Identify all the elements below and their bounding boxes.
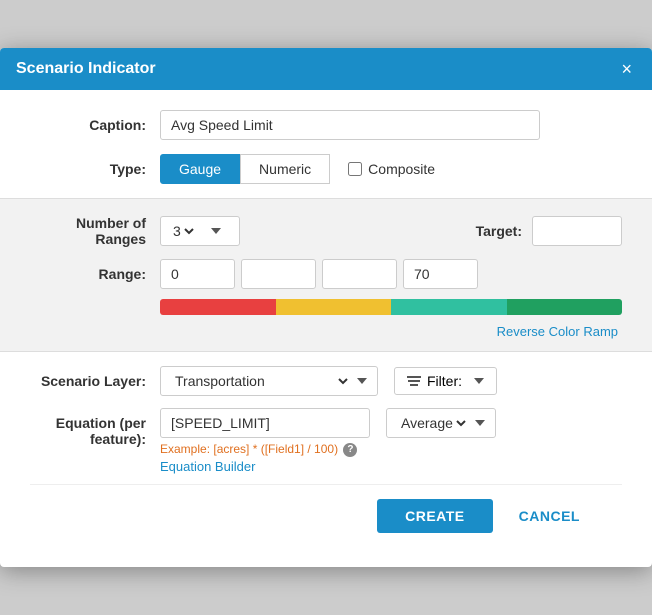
equation-input[interactable] xyxy=(160,408,370,438)
number-of-ranges-label: Number of Ranges xyxy=(30,215,160,247)
range-label: Range: xyxy=(30,266,160,282)
close-button[interactable]: × xyxy=(617,60,636,78)
dialog-title: Scenario Indicator xyxy=(16,60,156,78)
range-input-1[interactable] xyxy=(241,259,316,289)
ramp-yellow xyxy=(276,299,392,315)
filter-button[interactable]: Filter: xyxy=(394,367,497,395)
type-label: Type: xyxy=(30,161,160,177)
numeric-button[interactable]: Numeric xyxy=(240,154,330,184)
composite-checkbox-label[interactable]: Composite xyxy=(348,161,435,177)
composite-label: Composite xyxy=(368,161,435,177)
dialog-body: Caption: Type: Gauge Numeric Composite N… xyxy=(0,90,652,567)
avg-dropdown[interactable]: Average Sum Min Max xyxy=(386,408,496,438)
target-label: Target: xyxy=(476,223,522,239)
caption-label: Caption: xyxy=(30,117,160,133)
reverse-color-link[interactable]: Reverse Color Ramp xyxy=(497,320,620,339)
ranges-dropdown-arrow xyxy=(211,228,221,234)
range-input-0[interactable] xyxy=(160,259,235,289)
ramp-red xyxy=(160,299,276,315)
filter-label: Filter: xyxy=(427,373,462,389)
equation-row: Equation (per feature): Average Sum Min … xyxy=(30,408,622,474)
avg-dropdown-arrow xyxy=(475,420,485,426)
range-inputs-row: Range: xyxy=(30,259,622,289)
create-button[interactable]: CREATE xyxy=(377,499,493,533)
ramp-teal xyxy=(391,299,507,315)
caption-row: Caption: xyxy=(30,110,622,140)
dialog-footer: CREATE CANCEL xyxy=(30,484,622,551)
scenario-layer-row: Scenario Layer: Transportation Filter: xyxy=(30,366,622,396)
equation-builder-link[interactable]: Equation Builder xyxy=(160,459,255,474)
range-inputs xyxy=(160,259,478,289)
cancel-button[interactable]: CANCEL xyxy=(501,499,598,533)
equation-right: Average Sum Min Max Example: [acres] * (… xyxy=(160,408,622,474)
avg-select[interactable]: Average Sum Min Max xyxy=(397,414,469,432)
filter-icon xyxy=(407,376,421,386)
layer-dropdown-arrow xyxy=(357,378,367,384)
color-ramp-bar xyxy=(160,299,622,315)
scenario-layer-label: Scenario Layer: xyxy=(30,373,160,389)
range-input-2[interactable] xyxy=(322,259,397,289)
equation-hint: Example: [acres] * ([Field1] / 100) ? xyxy=(160,442,622,457)
composite-checkbox[interactable] xyxy=(348,162,362,176)
equation-label: Equation (per feature): xyxy=(30,408,160,447)
ramp-green xyxy=(507,299,623,315)
help-icon[interactable]: ? xyxy=(343,443,357,457)
dialog-header: Scenario Indicator × xyxy=(0,48,652,90)
gauge-button[interactable]: Gauge xyxy=(160,154,240,184)
caption-input[interactable] xyxy=(160,110,540,140)
ranges-dropdown[interactable]: 3 2 4 5 xyxy=(160,216,240,246)
scenario-layer-dropdown[interactable]: Transportation xyxy=(160,366,378,396)
gauge-section: Number of Ranges 3 2 4 5 Target: xyxy=(0,198,652,352)
type-control: Gauge Numeric Composite xyxy=(160,154,622,184)
equation-hint-text: Example: [acres] * ([Field1] / 100) xyxy=(160,442,338,456)
ranges-row: Number of Ranges 3 2 4 5 Target: xyxy=(30,215,622,247)
caption-control xyxy=(160,110,622,140)
reverse-color-row: Reverse Color Ramp xyxy=(30,319,622,339)
scenario-indicator-dialog: Scenario Indicator × Caption: Type: Gaug… xyxy=(0,48,652,567)
color-ramp-row xyxy=(30,299,622,315)
ranges-select[interactable]: 3 2 4 5 xyxy=(169,222,197,240)
target-group: Target: xyxy=(476,216,622,246)
filter-dropdown-arrow xyxy=(474,378,484,384)
target-input[interactable] xyxy=(532,216,622,246)
range-input-3[interactable] xyxy=(403,259,478,289)
scenario-layer-select[interactable]: Transportation xyxy=(171,372,351,390)
type-row: Type: Gauge Numeric Composite xyxy=(30,154,622,184)
equation-and-avg: Average Sum Min Max xyxy=(160,408,622,438)
